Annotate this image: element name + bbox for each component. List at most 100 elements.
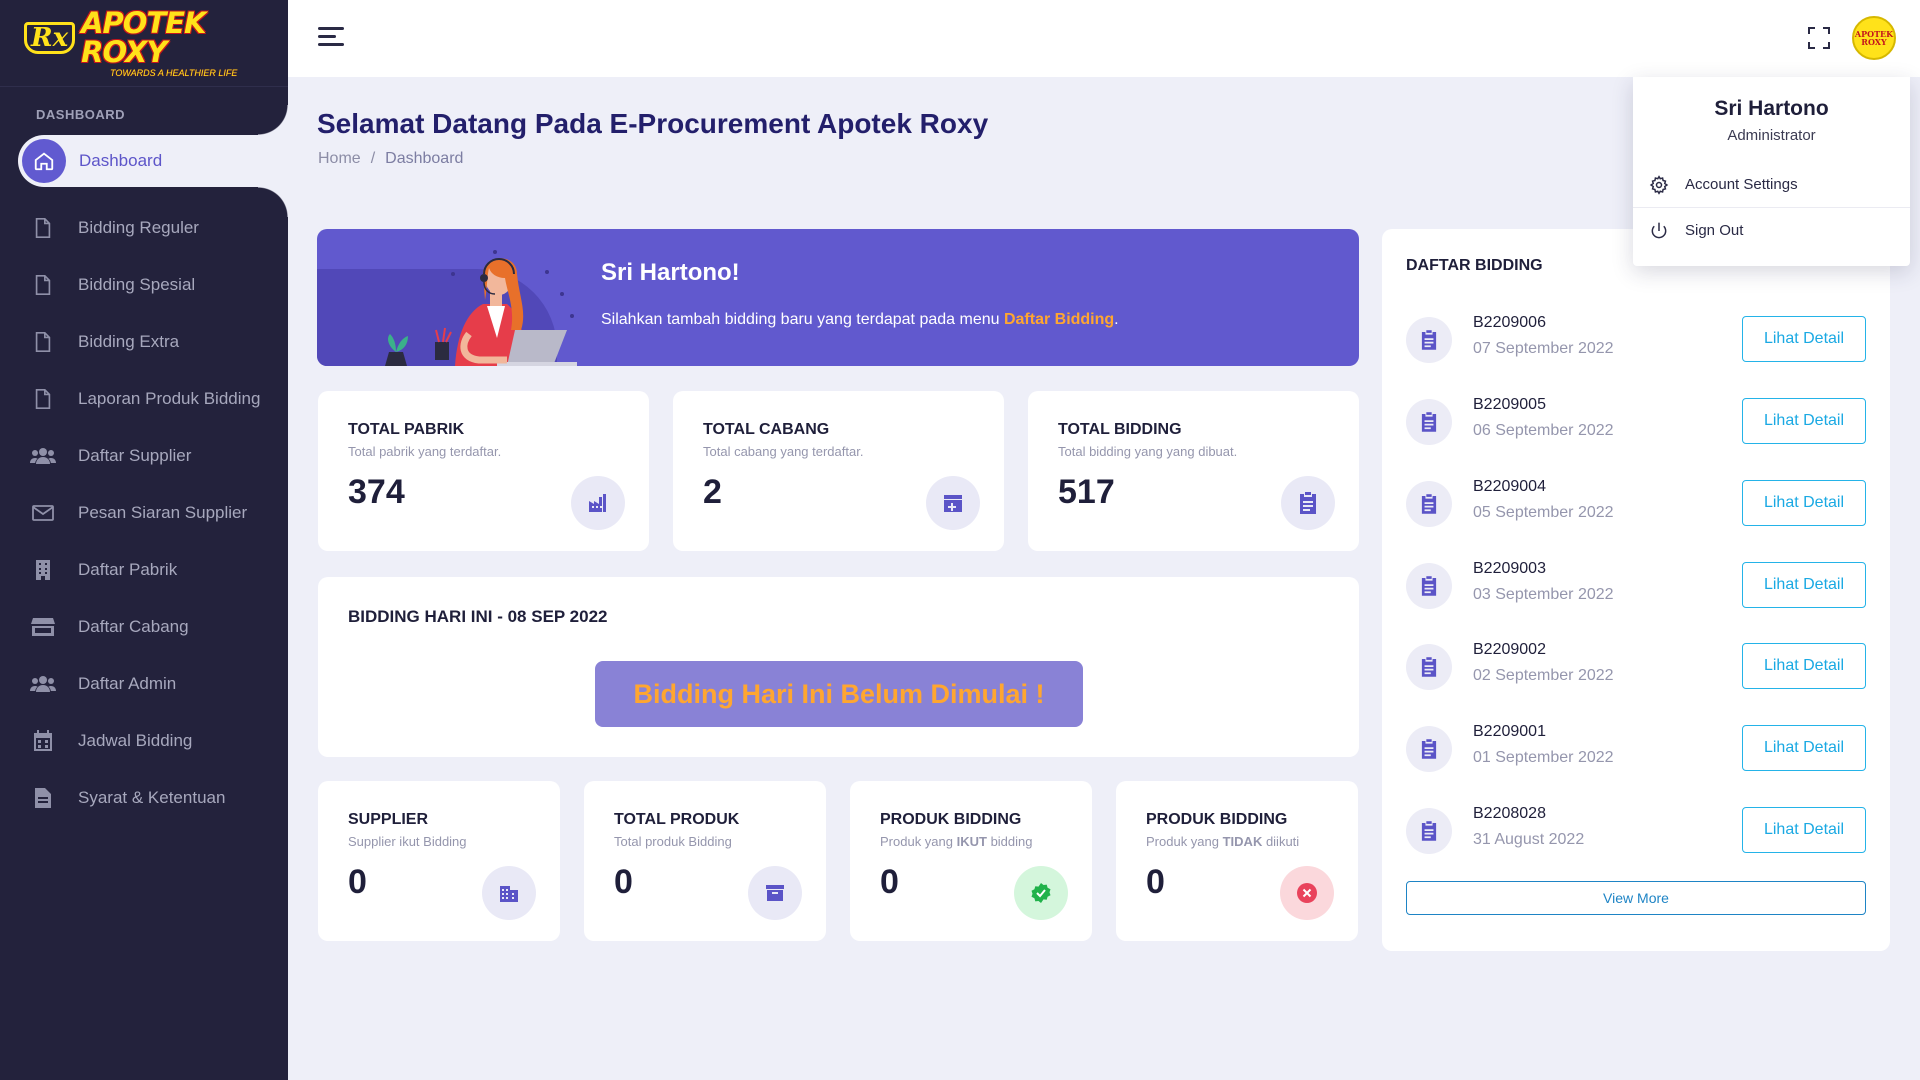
stat-card-produk-ikut: PRODUK BIDDING Produk yang IKUT bidding … [850,781,1092,941]
lihat-detail-button[interactable]: Lihat Detail [1742,480,1866,526]
lihat-detail-button[interactable]: Lihat Detail [1742,643,1866,689]
store-icon [30,614,56,640]
list-item: B2209006 07 September 2022 Lihat Detail [1406,310,1866,370]
sidebar-item-bidding-extra[interactable]: Bidding Extra [0,313,288,370]
clipboard-icon [1281,476,1335,530]
sidebar-item-daftar-cabang[interactable]: Daftar Cabang [0,598,288,655]
sidebar-item-label: Daftar Supplier [78,445,192,465]
sidebar-item-syarat-ketentuan[interactable]: Syarat & Ketentuan [0,769,288,826]
lihat-detail-button[interactable]: Lihat Detail [1742,398,1866,444]
bidding-today-status: Bidding Hari Ini Belum Dimulai ! [595,661,1083,727]
bidding-code: B2209003 [1473,560,1546,577]
stat-value: 0 [880,863,899,901]
daftar-bidding-link[interactable]: Daftar Bidding [1004,311,1114,328]
bidding-code: B2209004 [1473,478,1546,495]
page-title: Selamat Datang Pada E-Procurement Apotek… [317,108,989,139]
sidebar-item-label: Bidding Extra [78,331,180,351]
welcome-banner: Sri Hartono! Silahkan tambah bidding bar… [317,229,1359,366]
bidding-date: 31 August 2022 [1473,831,1585,848]
breadcrumb: Home / Dashboard [318,150,463,168]
stat-value: 0 [348,863,367,901]
hamburger-menu-icon[interactable] [318,27,344,49]
sidebar-item-pesan-siaran-supplier[interactable]: Pesan Siaran Supplier [0,484,288,541]
stat-subtitle: Total produk Bidding [614,834,732,849]
list-item: B2209002 02 September 2022 Lihat Detail [1406,637,1866,697]
stat-title: TOTAL CABANG [703,421,830,438]
bidding-list-title: DAFTAR BIDDING [1406,257,1543,274]
stat-title: SUPPLIER [348,811,429,828]
stat-subtitle: Produk yang IKUT bidding [880,834,1033,849]
logo-tagline: TOWARDS A HEALTHIER LIFE [110,67,238,78]
view-more-button[interactable]: View More [1406,881,1866,915]
list-item: B2209001 01 September 2022 Lihat Detail [1406,719,1866,779]
stat-card-supplier: SUPPLIER Supplier ikut Bidding 0 [318,781,560,941]
building-icon [482,866,536,920]
lihat-detail-button[interactable]: Lihat Detail [1742,316,1866,362]
sidebar-item-bidding-reguler[interactable]: Bidding Reguler [0,199,288,256]
clipboard-icon [1406,399,1452,445]
sidebar-item-daftar-admin[interactable]: Daftar Admin [0,655,288,712]
avatar[interactable]: APOTEK ROXY [1852,16,1896,60]
sidebar-item-jadwal-bidding[interactable]: Jadwal Bidding [0,712,288,769]
x-circle-icon [1280,866,1334,920]
bidding-date: 02 September 2022 [1473,667,1614,684]
list-item: B2208028 31 August 2022 Lihat Detail [1406,801,1866,861]
bidding-date: 05 September 2022 [1473,504,1614,521]
bidding-date: 03 September 2022 [1473,586,1614,603]
clipboard-icon [1406,481,1452,527]
stat-value: 374 [348,473,405,511]
clipboard-icon [1406,644,1452,690]
support-agent-illustration [385,250,577,366]
bidding-list-card: DAFTAR BIDDING B2209006 07 September 202… [1382,229,1890,951]
power-icon [1649,221,1669,241]
sidebar-item-label: Bidding Spesial [78,274,196,294]
sidebar-item-label: Syarat & Ketentuan [78,787,226,807]
home-icon [22,139,66,183]
lihat-detail-button[interactable]: Lihat Detail [1742,807,1866,853]
file-icon [30,329,56,355]
bidding-date: 07 September 2022 [1473,340,1614,357]
sidebar-item-label: Dashboard [79,151,163,170]
list-item: B2209004 05 September 2022 Lihat Detail [1406,474,1866,534]
user-role: Administrator [1727,127,1816,144]
welcome-text: Silahkan tambah bidding baru yang terdap… [601,311,1119,328]
lihat-detail-button[interactable]: Lihat Detail [1742,725,1866,771]
sidebar-item-label: Bidding Reguler [78,217,199,237]
lihat-detail-button[interactable]: Lihat Detail [1742,562,1866,608]
mail-icon [30,500,56,526]
sidebar-item-label: Pesan Siaran Supplier [78,502,248,522]
account-settings-item[interactable]: Account Settings [1633,162,1910,207]
logo-rx-mark: Rx [24,21,76,54]
sidebar-item-daftar-supplier[interactable]: Daftar Supplier [0,427,288,484]
clipboard-icon [1406,726,1452,772]
topbar: APOTEK ROXY [288,0,1920,77]
list-item: B2209003 03 September 2022 Lihat Detail [1406,556,1866,616]
bidding-code: B2209005 [1473,396,1546,413]
file-icon [30,272,56,298]
stat-title: TOTAL BIDDING [1058,421,1182,438]
logo[interactable]: Rx APOTEK ROXY TOWARDS A HEALTHIER LIFE [0,0,288,87]
user-name: Sri Hartono [1714,97,1829,120]
sign-out-item[interactable]: Sign Out [1633,208,1910,253]
users-icon [30,671,56,697]
stat-card-total-produk: TOTAL PRODUK Total produk Bidding 0 [584,781,826,941]
sidebar-item-daftar-pabrik[interactable]: Daftar Pabrik [0,541,288,598]
calendar-icon [30,728,56,754]
sidebar-item-bidding-spesial[interactable]: Bidding Spesial [0,256,288,313]
sidebar-item-laporan-produk-bidding[interactable]: Laporan Produk Bidding [0,370,288,427]
stat-value: 0 [614,863,633,901]
sidebar-section-label: DASHBOARD [36,107,125,122]
sidebar-item-label: Jadwal Bidding [78,730,193,750]
sidebar-item-label: Laporan Produk Bidding [78,388,261,408]
breadcrumb-home[interactable]: Home [318,150,361,168]
file-icon [30,215,56,241]
sidebar-item-dashboard[interactable]: Dashboard [18,105,288,217]
fullscreen-icon[interactable] [1808,27,1830,49]
bidding-today-title: BIDDING HARI INI - 08 SEP 2022 [348,607,608,626]
stat-subtitle: Produk yang TIDAK diikuti [1146,834,1300,849]
building-icon [30,557,56,583]
breadcrumb-current: Dashboard [385,150,464,167]
stat-subtitle: Total bidding yang yang dibuat. [1058,444,1238,459]
stat-subtitle: Total cabang yang terdaftar. [703,444,864,459]
stat-subtitle: Total pabrik yang terdaftar. [348,444,502,459]
